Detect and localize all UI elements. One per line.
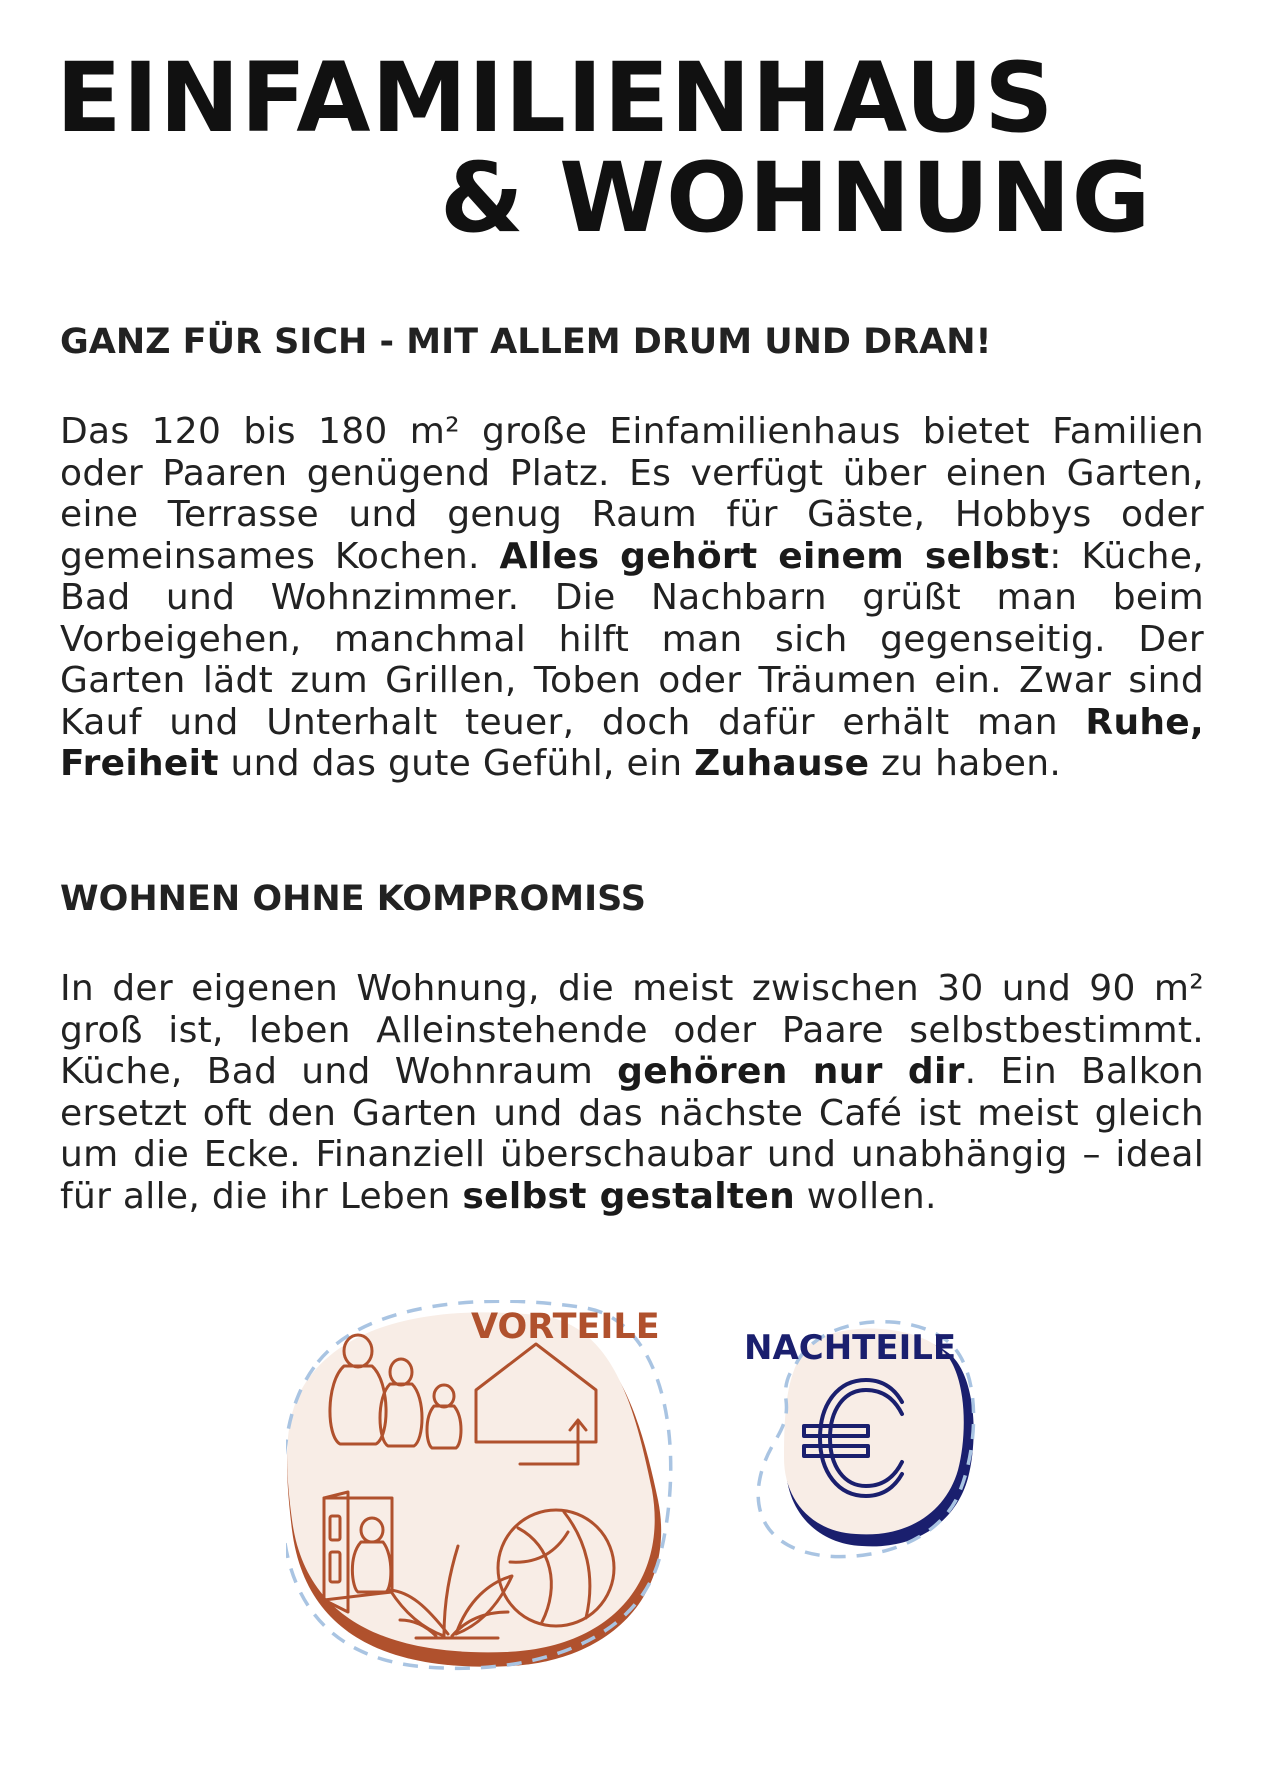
page-title-line2: & WOHNUNG: [440, 142, 1152, 254]
vorteile-badge: VORTEILE: [286, 1300, 673, 1671]
page-title-line1: EINFAMILIENHAUS: [56, 42, 1055, 154]
section2-paragraph: In der eigenen Wohnung, die meist zwisch…: [60, 968, 1205, 1217]
nachteile-label: NACHTEILE: [744, 1328, 956, 1368]
pros-cons-illustration: VORTEILE NACHTEILE: [286, 1300, 976, 1671]
section1-heading: GANZ FÜR SICH - MIT ALLEM DRUM UND DRAN!: [60, 322, 992, 362]
section1-paragraph: Das 120 bis 180 m² große Einfamilienhaus…: [60, 411, 1204, 784]
section2-heading: WOHNEN OHNE KOMPROMISS: [60, 879, 646, 919]
vorteile-label: VORTEILE: [471, 1307, 660, 1347]
nachteile-badge: NACHTEILE: [744, 1319, 976, 1559]
